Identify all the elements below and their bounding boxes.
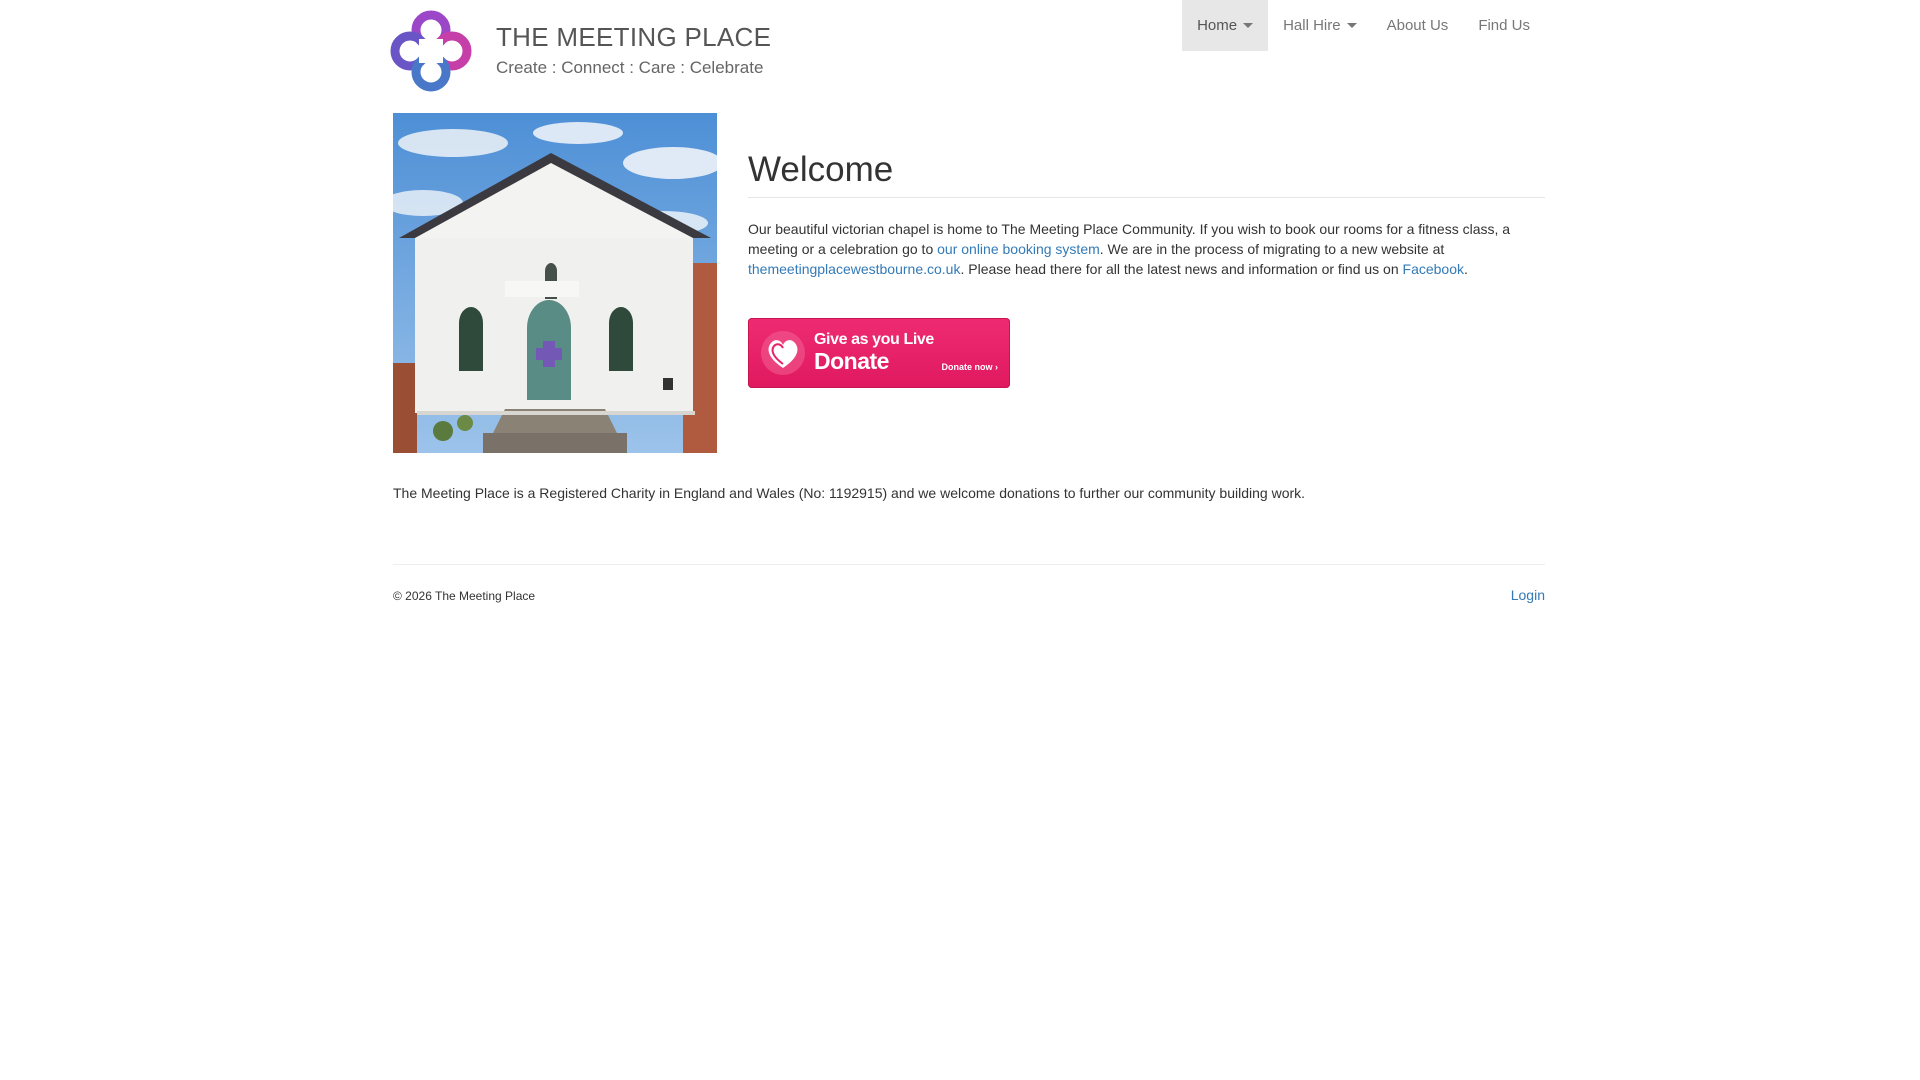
intro-text-3: . Please head there for all the latest n… bbox=[960, 261, 1403, 277]
nav-item-hall-hire-label: Hall Hire bbox=[1283, 17, 1341, 34]
footer-divider bbox=[393, 564, 1545, 565]
main-content: Welcome Our beautiful victorian chapel i… bbox=[748, 113, 1545, 388]
nav-item-home[interactable]: Home bbox=[1182, 0, 1269, 51]
site-header: THE MEETING PLACE Create : Connect : Car… bbox=[390, 0, 1545, 110]
website-link[interactable]: themeetingplacewestbourne.co.uk bbox=[748, 261, 960, 277]
booking-link[interactable]: our online booking system bbox=[937, 241, 1100, 257]
donate-button[interactable]: Give as you Live Donate Donate now › bbox=[748, 318, 1010, 388]
page-title: Welcome bbox=[748, 150, 1545, 198]
intro-text-2: . We are in the process of migrating to … bbox=[1099, 241, 1445, 257]
cross-rings-logo-icon[interactable] bbox=[389, 9, 473, 93]
chevron-down-icon bbox=[1243, 23, 1254, 28]
intro-text-4: . bbox=[1464, 261, 1468, 277]
copyright-text: © 2026 The Meeting Place bbox=[393, 589, 536, 603]
site-title[interactable]: THE MEETING PLACE bbox=[496, 22, 771, 52]
site-tagline: Create : Connect : Care : Celebrate bbox=[496, 58, 764, 77]
main-nav: Home Hall Hire About Us Find Us bbox=[1182, 0, 1545, 51]
nav-item-home-label: Home bbox=[1197, 17, 1238, 34]
donate-line1: Give as you Live bbox=[814, 331, 934, 348]
brand: THE MEETING PLACE Create : Connect : Car… bbox=[496, 22, 771, 78]
nav-item-about-us[interactable]: About Us bbox=[1372, 0, 1464, 51]
chapel-photo bbox=[393, 113, 717, 453]
donate-now-label: Donate now › bbox=[941, 362, 999, 372]
nav-item-find-us[interactable]: Find Us bbox=[1463, 0, 1545, 51]
charity-notice: The Meeting Place is a Registered Charit… bbox=[393, 485, 1306, 501]
page-container: THE MEETING PLACE Create : Connect : Car… bbox=[390, 0, 1545, 603]
heart-icon bbox=[761, 331, 805, 375]
facebook-link[interactable]: Facebook bbox=[1403, 261, 1464, 277]
nav-item-about-us-label: About Us bbox=[1386, 17, 1449, 34]
donate-line2: Donate bbox=[814, 348, 889, 374]
nav-item-find-us-label: Find Us bbox=[1478, 17, 1530, 34]
chevron-down-icon bbox=[1346, 23, 1357, 28]
login-link[interactable]: Login bbox=[1511, 587, 1545, 603]
intro-paragraph: Our beautiful victorian chapel is home t… bbox=[748, 219, 1545, 279]
nav-item-hall-hire[interactable]: Hall Hire bbox=[1268, 0, 1372, 51]
